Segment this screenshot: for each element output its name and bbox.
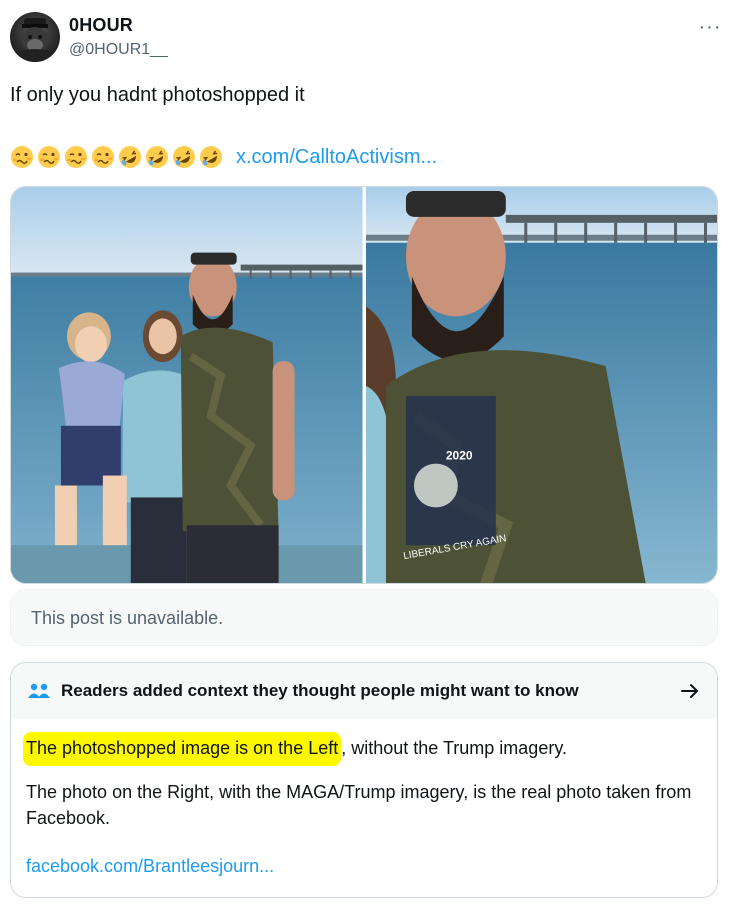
gorilla-avatar-icon [15, 18, 55, 62]
avatar[interactable] [10, 12, 60, 62]
community-note: Readers added context they thought peopl… [10, 662, 718, 898]
people-icon [28, 683, 50, 698]
rofl-icon [119, 146, 141, 168]
community-note-body: The photoshopped image is on the Left, w… [11, 719, 717, 895]
bearded-man-trump-shirt-photo[interactable]: 2020 LIBERALS CRY AGAIN [365, 187, 717, 583]
rofl-icon [146, 146, 168, 168]
arrow-right-icon[interactable] [679, 680, 701, 702]
author-handle[interactable]: @0HOUR1__ [69, 41, 168, 59]
community-note-line1-rest: , without the Trump imagery. [341, 738, 567, 758]
quoted-post-unavailable: This post is unavailable. [10, 589, 718, 646]
tweet-text: If only you hadnt photoshopped it [10, 84, 305, 106]
author-name[interactable]: 0HOUR [69, 15, 133, 36]
community-note-link[interactable]: facebook.com/Brantleesjourn... [26, 853, 702, 879]
family-on-beach-photo[interactable] [11, 187, 363, 583]
shirt-year-text: 2020 [445, 449, 472, 463]
emoji-line: x.com/CalltoActivism... [10, 142, 437, 172]
woozy-face-icon [92, 146, 114, 168]
community-note-paragraph2: The photo on the Right, with the MAGA/Tr… [26, 782, 692, 828]
community-note-title: Readers added context they thought peopl… [61, 681, 579, 700]
post-header: 0HOUR @0HOUR1__ ··· [10, 10, 733, 66]
woozy-face-icon [65, 146, 87, 168]
tweet-link[interactable]: x.com/CalltoActivism... [236, 146, 437, 169]
community-note-line1: The photoshopped image is on the Left, w… [23, 732, 702, 766]
highlighted-text: The photoshopped image is on the Left [23, 732, 342, 766]
rofl-icon [173, 146, 195, 168]
media-grid: 2020 LIBERALS CRY AGAIN [10, 186, 718, 584]
rofl-icon [200, 146, 222, 168]
woozy-face-icon [38, 146, 60, 168]
more-dots-icon[interactable]: ··· [695, 12, 725, 42]
woozy-face-icon [11, 146, 33, 168]
community-note-header[interactable]: Readers added context they thought peopl… [11, 663, 717, 719]
